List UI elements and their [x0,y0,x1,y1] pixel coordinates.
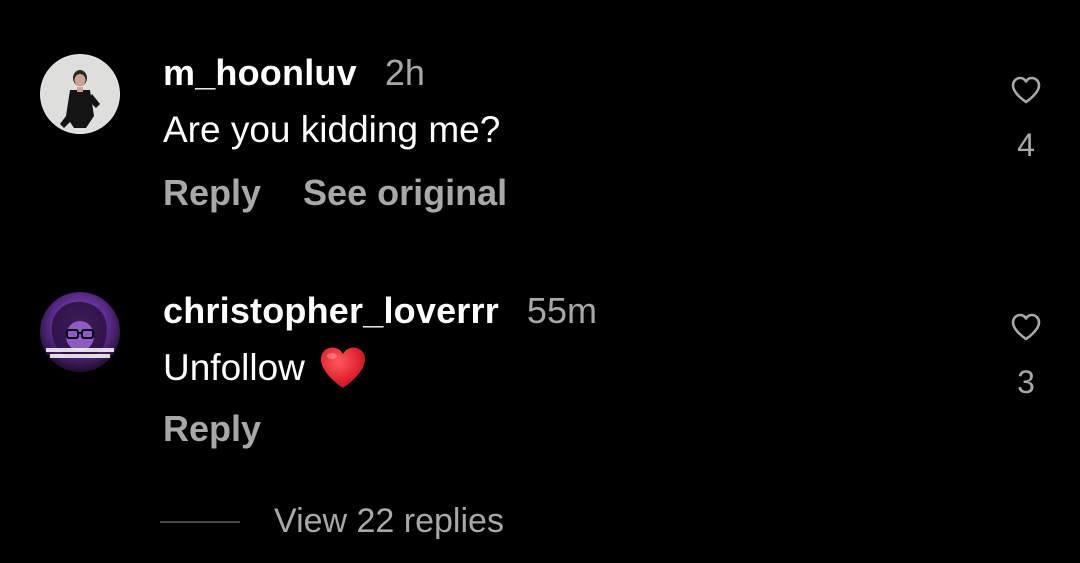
comment-item: christopher_loverrr 55m Unfollow Reply 3 [0,230,1080,480]
replies-divider [160,520,240,523]
see-original-button[interactable]: See original [303,172,507,214]
reply-button[interactable]: Reply [163,172,261,214]
comment-text: Are you kidding me? [163,109,501,150]
avatar[interactable] [40,292,120,372]
like-count: 4 [1017,127,1035,163]
like-control: 3 [1004,312,1048,401]
red-heart-icon [320,347,365,388]
like-count: 3 [1017,364,1035,400]
view-replies-button[interactable]: View 22 replies [160,502,504,541]
view-replies-label: View 22 replies [274,502,504,540]
comment-username[interactable]: m_hoonluv [163,52,357,94]
profile-photo-purple-icon [40,292,120,372]
reply-button[interactable]: Reply [163,408,261,450]
heart-outline-icon[interactable] [1010,75,1042,105]
avatar[interactable] [40,54,120,134]
profile-photo-man-icon [40,54,120,134]
comment-username[interactable]: christopher_loverrr [163,290,499,332]
comment-timestamp: 2h [384,52,425,93]
comment-item: m_hoonluv 2h Are you kidding me? Reply S… [0,0,1080,230]
heart-outline-icon[interactable] [1010,312,1042,342]
comment-timestamp: 55m [526,290,597,331]
comment-text: Unfollow [163,347,305,388]
like-control: 4 [1004,75,1048,164]
